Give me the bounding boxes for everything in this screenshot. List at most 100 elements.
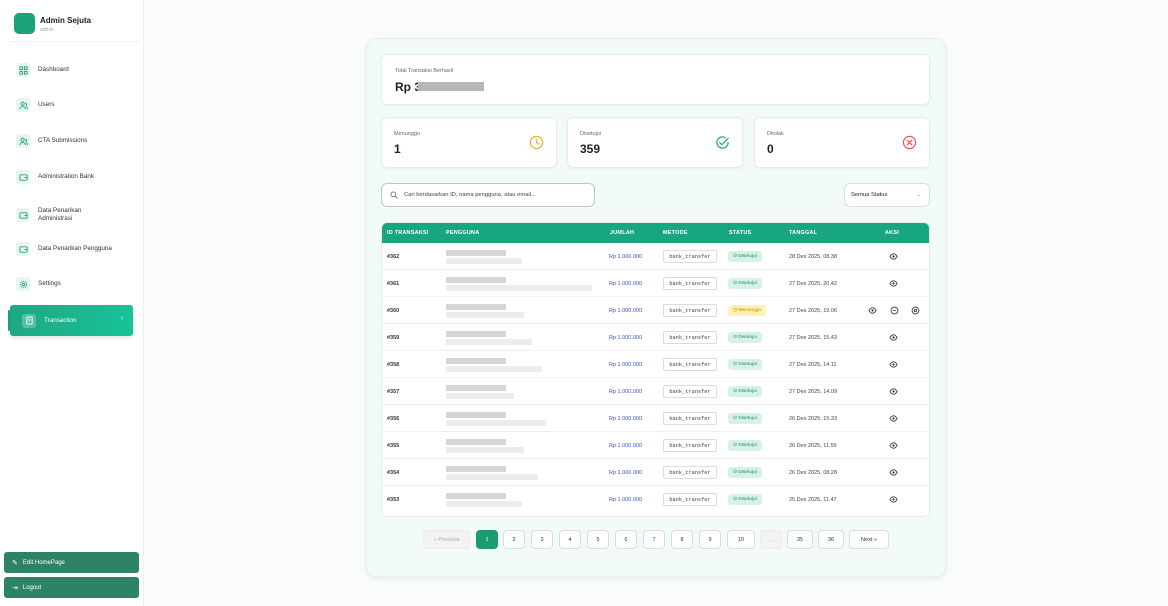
users-icon <box>16 98 30 112</box>
page-button[interactable]: 2 <box>503 530 525 549</box>
header-status: STATUS <box>729 230 752 236</box>
check-circle-icon <box>716 136 729 149</box>
stat-value: 359 <box>580 142 601 156</box>
page-button[interactable]: 1 <box>476 530 498 549</box>
redacted-user <box>446 358 506 364</box>
page-button[interactable]: 6 <box>615 530 637 549</box>
eye-icon[interactable] <box>889 279 898 288</box>
redacted-user <box>446 493 506 499</box>
redacted-email <box>446 258 522 264</box>
method: bank_transfer <box>663 277 717 290</box>
brand-name: Admin Sejuta <box>40 16 92 25</box>
page-button[interactable]: 7 <box>643 530 665 549</box>
next-page-button[interactable]: Next » <box>849 530 889 549</box>
search-box <box>381 183 595 207</box>
stat-card-pending: Menunggu 1 <box>381 117 557 168</box>
stat-card-approved: Disetujui 359 <box>567 117 743 168</box>
redacted-user <box>446 331 506 337</box>
eye-icon[interactable] <box>889 468 898 477</box>
stat-value: 0 <box>767 142 774 156</box>
reject-icon[interactable] <box>911 306 920 315</box>
transaction-id: #353 <box>387 497 400 503</box>
amount: Rp 1.000.000 <box>609 362 643 368</box>
sidebar-item-label: Users <box>38 101 55 108</box>
sidebar: Admin Sejuta admin Dashboard Users CTA S… <box>0 0 144 606</box>
gear-icon <box>16 277 30 291</box>
app-root: Admin Sejuta admin Dashboard Users CTA S… <box>0 0 1168 606</box>
approve-icon[interactable] <box>890 306 899 315</box>
eye-icon[interactable] <box>889 441 898 450</box>
eye-icon[interactable] <box>889 252 898 261</box>
table-header: ID TRANSAKSI PENGGUNA JUMLAH METODE STAT… <box>382 223 929 243</box>
sidebar-item-settings[interactable]: Settings <box>16 273 138 295</box>
status-filter-select[interactable]: Semua Status ⌄ <box>844 183 930 207</box>
status-text: Disetujui <box>738 335 757 340</box>
table-row: #353 Rp 1.000.000 bank_transfer ⊙ Disetu… <box>382 486 929 513</box>
redacted-user <box>446 439 506 445</box>
search-input[interactable] <box>404 192 584 198</box>
table-row: #362 Rp 1.000.000 bank_transfer ⊙ Disetu… <box>382 243 929 270</box>
status-filter-value: Semua Status <box>851 192 888 198</box>
eye-icon[interactable] <box>889 414 898 423</box>
amount: Rp 1.000.000 <box>609 308 643 314</box>
date: 26 Des 2025, 11.59 <box>789 443 837 449</box>
status-badge: ⊙ Disetujui <box>728 440 762 451</box>
receipt-icon <box>22 313 36 328</box>
search-icon <box>390 191 398 199</box>
status-badge: ◷ Menunggu <box>728 305 767 316</box>
status-badge: ⊙ Disetujui <box>728 278 762 289</box>
eye-icon[interactable] <box>889 333 898 342</box>
redacted-user <box>446 412 506 418</box>
amount: Rp 1.000.000 <box>609 497 643 503</box>
logout-label: Logout <box>22 584 42 591</box>
sidebar-item-data-penarikan-pengguna[interactable]: Data Penarikan Pengguna <box>16 238 138 260</box>
status-text: Menunggu <box>738 308 762 313</box>
redacted-user <box>446 250 506 256</box>
eye-icon[interactable] <box>868 306 877 315</box>
transaction-id: #360 <box>387 308 400 314</box>
sidebar-item-users[interactable]: Users <box>16 94 138 116</box>
transaction-id: #356 <box>387 416 400 422</box>
redacted-email <box>446 312 524 318</box>
method: bank_transfer <box>663 385 717 398</box>
stat-value: 1 <box>394 142 401 156</box>
page-button[interactable]: 9 <box>699 530 721 549</box>
page-button[interactable]: 4 <box>559 530 581 549</box>
eye-icon[interactable] <box>889 495 898 504</box>
sidebar-item-administration-bank[interactable]: Administration Bank <box>16 166 138 188</box>
sidebar-item-dashboard[interactable]: Dashboard <box>16 59 138 81</box>
logout-button[interactable]: ⇥ Logout <box>4 577 139 598</box>
sidebar-item-cta-submissions[interactable]: CTA Submissions <box>16 130 138 152</box>
status-badge: ⊙ Disetujui <box>728 359 762 370</box>
page-button[interactable]: 3 <box>531 530 553 549</box>
transaction-id: #354 <box>387 470 400 476</box>
logout-icon: ⇥ <box>12 584 18 592</box>
status-text: Disetujui <box>738 281 757 286</box>
chevron-right-icon: › <box>120 315 123 322</box>
method: bank_transfer <box>663 331 717 344</box>
stat-label: Disetujui <box>580 131 602 137</box>
page-button[interactable]: 5 <box>587 530 609 549</box>
edit-homepage-button[interactable]: ✎ Edit HomePage <box>4 552 139 573</box>
redacted-user <box>446 277 506 283</box>
sidebar-item-transaction[interactable]: Transaction › <box>8 305 133 336</box>
date: 27 Des 2025, 19.06 <box>789 308 838 314</box>
page-button[interactable]: 36 <box>818 530 844 549</box>
status-text: Disetujui <box>738 362 757 367</box>
page-button[interactable]: 8 <box>671 530 693 549</box>
sidebar-item-data-penarikan-administrasi[interactable]: Data Penarikan Administrasi <box>16 202 138 228</box>
sidebar-item-label: CTA Submissions <box>38 137 88 144</box>
clock-icon <box>529 135 544 150</box>
redacted-email <box>446 474 538 480</box>
pencil-icon: ✎ <box>12 559 18 567</box>
eye-icon[interactable] <box>889 360 898 369</box>
eye-icon[interactable] <box>889 387 898 396</box>
status-text: Disetujui <box>738 443 757 448</box>
previous-page-button[interactable]: « Previous <box>423 530 470 549</box>
page-button[interactable]: 10 <box>727 530 755 549</box>
transaction-id: #355 <box>387 443 400 449</box>
amount: Rp 1.000.000 <box>609 416 643 422</box>
status-badge: ⊙ Disetujui <box>728 386 762 397</box>
sidebar-item-label: Dashboard <box>38 66 69 73</box>
page-button[interactable]: 35 <box>787 530 813 549</box>
